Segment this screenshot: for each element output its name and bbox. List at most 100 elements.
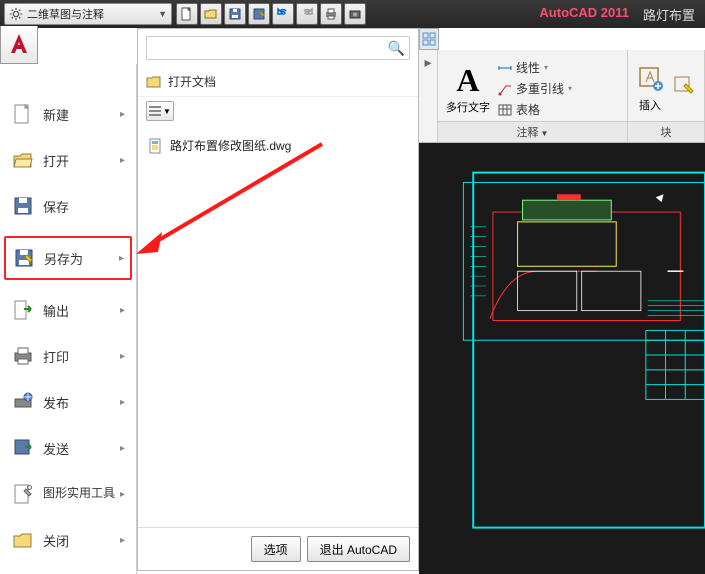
- qat-plot-button[interactable]: [320, 3, 342, 25]
- menu-search-input[interactable]: 🔍: [146, 36, 410, 60]
- recent-files-list: 路灯布置修改图纸.dwg: [138, 125, 418, 527]
- search-field[interactable]: [151, 41, 388, 55]
- qat-saveas-button[interactable]: [248, 3, 270, 25]
- menu-label: 新建: [43, 105, 69, 124]
- chevron-down-icon: ▼: [163, 107, 171, 116]
- qat-redo-button[interactable]: [296, 3, 318, 25]
- menu-item-save[interactable]: 保存: [4, 190, 132, 222]
- chevron-right-icon: ▸: [120, 351, 125, 362]
- menu-item-saveas[interactable]: 另存为 ▸: [4, 236, 132, 280]
- exit-autocad-button[interactable]: 退出 AutoCAD: [307, 536, 410, 562]
- insert-block-button[interactable]: 插入: [636, 64, 664, 113]
- qat-save-button[interactable]: [224, 3, 246, 25]
- folder-icon: [146, 74, 162, 90]
- quick-access-toolbar: 二维草图与注释 ▼ AutoCAD 2011 路灯布置: [0, 0, 705, 28]
- edit-block-button[interactable]: [672, 74, 696, 103]
- camera-icon: [348, 7, 362, 21]
- menu-label: 关闭: [43, 531, 69, 550]
- chevron-right-icon: ▸: [119, 253, 124, 264]
- menu-label: 另存为: [44, 249, 83, 268]
- chevron-right-icon: ▸: [120, 489, 125, 500]
- recent-file-item[interactable]: 路灯布置修改图纸.dwg: [146, 133, 410, 158]
- ribbon: ▸ A 多行文字 线性 ▾ 多重引线 ▾ 表格: [419, 50, 705, 143]
- chevron-right-icon: ▸: [120, 443, 125, 454]
- linetype-button[interactable]: 线性 ▾: [498, 59, 572, 76]
- chevron-down-icon: ▼: [541, 129, 549, 138]
- workspace-dropdown[interactable]: 二维草图与注释 ▼: [4, 3, 172, 25]
- drawing-content: [419, 143, 705, 567]
- ribbon-panel-arrow[interactable]: ▸: [419, 50, 438, 142]
- qat-new-button[interactable]: [176, 3, 198, 25]
- menu-item-close[interactable]: 关闭 ▸: [4, 524, 132, 556]
- edit-block-icon: [672, 74, 696, 98]
- menu-label: 打开: [43, 151, 69, 170]
- qat-more-button[interactable]: [344, 3, 366, 25]
- recent-docs-header: 打开文档: [138, 67, 418, 97]
- printer-icon: [324, 7, 338, 21]
- save-disk-icon: [228, 7, 242, 21]
- chevron-right-icon: ▸: [120, 109, 125, 120]
- options-button[interactable]: 选项: [251, 536, 301, 562]
- menu-item-send[interactable]: 发送 ▸: [4, 432, 132, 464]
- document-title: 路灯布置: [643, 5, 695, 24]
- ribbon-group-label-block[interactable]: 块: [628, 121, 704, 142]
- chevron-down-icon: ▾: [544, 63, 548, 72]
- chevron-down-icon: ▾: [568, 84, 572, 93]
- mtext-button[interactable]: A 多行文字: [446, 62, 490, 115]
- send-icon: [11, 436, 35, 460]
- menu-label: 图形实用工具: [43, 487, 115, 500]
- grid-icon: [422, 32, 436, 46]
- dimension-icon: [498, 61, 512, 75]
- menu-item-publish[interactable]: 发布 ▸: [4, 386, 132, 418]
- menu-item-print[interactable]: 打印 ▸: [4, 340, 132, 372]
- open-folder-icon: [204, 7, 218, 21]
- print-icon: [11, 344, 35, 368]
- menu-label: 发送: [43, 439, 69, 458]
- table-button[interactable]: 表格: [498, 101, 572, 118]
- undo-icon: [276, 7, 290, 21]
- multileader-label: 多重引线: [516, 80, 564, 97]
- chevron-right-icon: ▸: [120, 305, 125, 316]
- leader-icon: [498, 82, 512, 96]
- text-a-icon: A: [446, 62, 490, 99]
- ribbon-tab-corner[interactable]: [419, 28, 439, 50]
- drawing-canvas[interactable]: [419, 143, 705, 574]
- new-file-icon: [180, 7, 194, 21]
- save-icon: [11, 194, 35, 218]
- menu-item-export[interactable]: 输出 ▸: [4, 294, 132, 326]
- recent-docs-label: 打开文档: [168, 73, 216, 90]
- open-icon: [11, 148, 35, 172]
- chevron-right-icon: ▸: [120, 397, 125, 408]
- list-icon: [149, 106, 161, 116]
- ribbon-group-label-annotation[interactable]: 注释▼: [438, 121, 627, 142]
- saveas-icon: [12, 246, 36, 270]
- menu-label: 输出: [43, 301, 69, 320]
- chevron-right-icon: ▸: [424, 54, 431, 71]
- chevron-down-icon: ▼: [158, 9, 167, 19]
- redo-icon: [300, 7, 314, 21]
- mtext-label: 多行文字: [446, 99, 490, 115]
- export-icon: [11, 298, 35, 322]
- qat-undo-button[interactable]: [272, 3, 294, 25]
- table-label: 表格: [516, 101, 540, 118]
- chevron-right-icon: ▸: [120, 535, 125, 546]
- menu-item-new[interactable]: 新建 ▸: [4, 98, 132, 130]
- menu-label: 发布: [43, 393, 69, 412]
- chevron-right-icon: ▸: [120, 155, 125, 166]
- dwg-file-icon: [148, 138, 164, 154]
- file-name: 路灯布置修改图纸.dwg: [170, 137, 291, 154]
- workspace-label: 二维草图与注释: [27, 6, 104, 22]
- multileader-button[interactable]: 多重引线 ▾: [498, 80, 572, 97]
- app-menu-button[interactable]: [0, 26, 38, 64]
- qat-open-button[interactable]: [200, 3, 222, 25]
- gear-icon: [9, 7, 23, 21]
- menu-item-drawing-utilities[interactable]: 图形实用工具 ▸: [4, 478, 132, 510]
- menu-label: 保存: [43, 197, 69, 216]
- recent-documents-panel: 🔍 打开文档 ▼ 路灯布置修改图纸.dwg 选项 退出 AutoCAD: [137, 28, 419, 571]
- new-icon: [11, 102, 35, 126]
- close-icon: [11, 528, 35, 552]
- insert-label: 插入: [636, 97, 664, 113]
- menu-item-open[interactable]: 打开 ▸: [4, 144, 132, 176]
- view-mode-dropdown[interactable]: ▼: [146, 101, 174, 121]
- insert-block-icon: [636, 64, 664, 92]
